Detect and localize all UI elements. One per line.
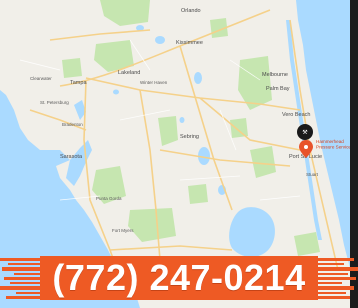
marker-label-line: Pressure Services: [316, 145, 350, 150]
city-label: Winter Haven: [140, 80, 168, 85]
city-label: Clearwater: [30, 76, 52, 81]
lake-small-1: [113, 89, 119, 95]
city-label: Lakeland: [118, 70, 140, 76]
city-label: Orlando: [181, 8, 201, 14]
city-label: Kissimmee: [176, 40, 203, 46]
screenshot-frame: Orlando Tampa Lakeland Kissimmee Melbour…: [0, 0, 358, 308]
city-label: Fort Myers: [112, 228, 134, 233]
city-label: Tampa: [70, 80, 87, 86]
city-label: Punta Gorda: [96, 196, 122, 201]
city-label: Vero Beach: [282, 112, 310, 118]
lake-small-2: [179, 117, 185, 123]
phone-number[interactable]: (772) 247-0214: [0, 254, 358, 302]
marker-label: Hammerhead Pressure Services: [316, 139, 350, 150]
lake-okeechobee: [229, 207, 275, 257]
city-label: Bradenton: [62, 122, 83, 127]
lake-tohopekaliga: [194, 72, 202, 84]
park-small-3: [188, 184, 208, 204]
park-small-2: [62, 58, 82, 78]
city-label: Stuart: [306, 172, 319, 177]
city-label: Sebring: [180, 134, 199, 140]
city-label: Palm Bay: [266, 86, 290, 92]
city-label: St. Petersburg: [40, 100, 69, 105]
marker-label-line: Hammerhead: [316, 139, 344, 144]
lake-apopka: [155, 36, 165, 44]
city-label: Melbourne: [262, 72, 288, 78]
pin-dot: [304, 145, 308, 149]
park-small-5: [230, 118, 248, 138]
logo-glyph: ⚒: [302, 129, 308, 136]
city-label: Sarasota: [60, 154, 83, 160]
